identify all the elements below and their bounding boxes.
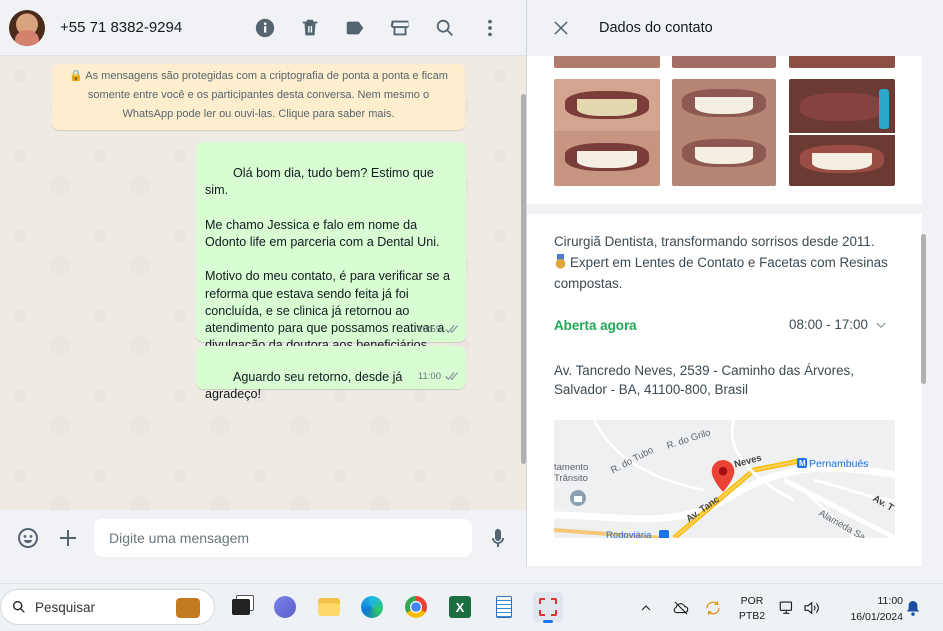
contact-phone[interactable]: +55 71 8382-9294 xyxy=(60,19,182,36)
double-check-icon xyxy=(445,325,458,334)
message-input[interactable] xyxy=(94,519,472,557)
store-icon[interactable] xyxy=(377,8,422,48)
bio-line-1: Cirurgiã Dentista, transformando sorriso… xyxy=(554,234,875,249)
compose-bar xyxy=(0,510,526,566)
system-tray xyxy=(672,584,690,631)
notepad-icon[interactable] xyxy=(489,592,519,622)
taskbar-clock[interactable]: 11:00 16/01/2024 xyxy=(833,593,903,625)
gallery-photo[interactable] xyxy=(554,79,660,186)
outgoing-message[interactable]: Aguardo seu retorno, desde já agradeço! … xyxy=(196,346,466,401)
bio-line-2: Expert em Lentes de Contato e Facetas co… xyxy=(554,255,888,291)
medal-icon xyxy=(554,254,567,269)
location-map[interactable]: M R. do Tubo R. do Grilo tamento Trânsit… xyxy=(554,420,895,538)
file-explorer-icon[interactable] xyxy=(314,592,344,622)
chat-header-actions xyxy=(242,0,512,56)
snipping-tool-icon[interactable] xyxy=(533,592,563,623)
search-icon xyxy=(13,601,25,613)
clock-time: 11:00 xyxy=(877,595,904,607)
panel-title: Dados do contato xyxy=(599,20,713,36)
input-language[interactable]: POR PTB2 xyxy=(737,594,767,624)
system-tray xyxy=(778,584,796,631)
label-icon[interactable] xyxy=(332,8,377,48)
windows-taskbar: Pesquisar X POR PTB2 11:00 16/01/2024 xyxy=(0,583,943,631)
info-icon[interactable] xyxy=(242,8,287,48)
map-label: tamento xyxy=(554,462,589,473)
chevron-down-icon xyxy=(876,322,886,328)
menu-icon[interactable] xyxy=(467,8,512,48)
message-text: Aguardo seu retorno, desde já agradeço! xyxy=(205,370,406,402)
taskbar-search-placeholder: Pesquisar xyxy=(35,599,96,615)
microphone-icon[interactable] xyxy=(478,518,518,558)
message-time: 11:00 xyxy=(418,368,458,385)
teams-chat-icon[interactable] xyxy=(270,592,300,622)
chat-header: +55 71 8382-9294 xyxy=(0,0,526,56)
taskbar-search[interactable]: Pesquisar xyxy=(0,589,215,625)
system-tray xyxy=(638,584,654,631)
contact-avatar[interactable] xyxy=(9,9,45,46)
business-description: Cirurgiã Dentista, transformando sorriso… xyxy=(554,231,904,294)
location-pin-icon xyxy=(711,460,735,492)
map-label: Trânsito xyxy=(554,473,588,484)
gallery-photo[interactable] xyxy=(789,79,895,186)
chat-pane: +55 71 8382-9294 🔒 As mensagens são prot… xyxy=(0,0,526,566)
message-time-text: 10:59 xyxy=(417,323,441,335)
business-hours: 08:00 - 17:00 xyxy=(789,317,868,332)
business-hours-toggle[interactable]: 08:00 - 17:00 xyxy=(789,317,888,332)
media-gallery xyxy=(527,32,922,204)
emoji-icon[interactable] xyxy=(8,518,48,558)
cloud-offline-icon[interactable] xyxy=(672,599,690,617)
system-tray xyxy=(704,584,722,631)
excel-icon[interactable]: X xyxy=(445,592,475,622)
svg-text:M: M xyxy=(799,459,806,468)
open-status: Aberta agora xyxy=(554,318,637,333)
trash-icon[interactable] xyxy=(287,8,332,48)
encryption-notice[interactable]: 🔒 As mensagens são protegidas com a crip… xyxy=(52,64,465,130)
map-label: Rodoviária xyxy=(606,530,652,538)
search-icon[interactable] xyxy=(422,8,467,48)
business-info-card: Cirurgiã Dentista, transformando sorriso… xyxy=(527,214,922,566)
message-time: 10:59 xyxy=(417,321,458,338)
contact-panel-scrollbar[interactable] xyxy=(921,234,926,384)
briefcase-icon xyxy=(176,598,200,618)
notification-bell-icon[interactable] xyxy=(906,600,920,616)
contact-panel-header: Dados do contato xyxy=(527,0,926,56)
task-view-icon[interactable] xyxy=(226,592,256,622)
map-label: Pernambués xyxy=(809,458,869,470)
sync-icon[interactable] xyxy=(704,599,722,617)
message-time-text: 11:00 xyxy=(417,370,441,382)
outgoing-message[interactable]: Olá bom dia, tudo bem? Estimo que sim. M… xyxy=(196,142,466,352)
clock-date: 16/01/2024 xyxy=(850,611,903,623)
close-icon[interactable] xyxy=(541,8,581,48)
business-address: Av. Tancredo Neves, 2539 - Caminho das Á… xyxy=(554,363,854,397)
gallery-photo[interactable] xyxy=(672,79,776,186)
network-icon[interactable] xyxy=(778,599,796,617)
edge-browser-icon[interactable] xyxy=(357,592,387,622)
chrome-browser-icon[interactable] xyxy=(401,592,431,622)
contact-info-panel: Dados do contato Cirurgiã Dentista, tran… xyxy=(526,0,926,566)
speaker-icon[interactable] xyxy=(802,599,820,617)
keyboard-layout: PTB2 xyxy=(738,610,766,622)
language-code: POR xyxy=(740,595,764,607)
double-check-icon xyxy=(445,372,458,381)
screen: +55 71 8382-9294 🔒 As mensagens são prot… xyxy=(0,0,943,631)
attach-plus-icon[interactable] xyxy=(48,518,88,558)
message-list[interactable]: 🔒 As mensagens são protegidas com a crip… xyxy=(0,56,526,510)
chevron-up-icon[interactable] xyxy=(638,600,654,616)
system-tray xyxy=(802,584,820,631)
